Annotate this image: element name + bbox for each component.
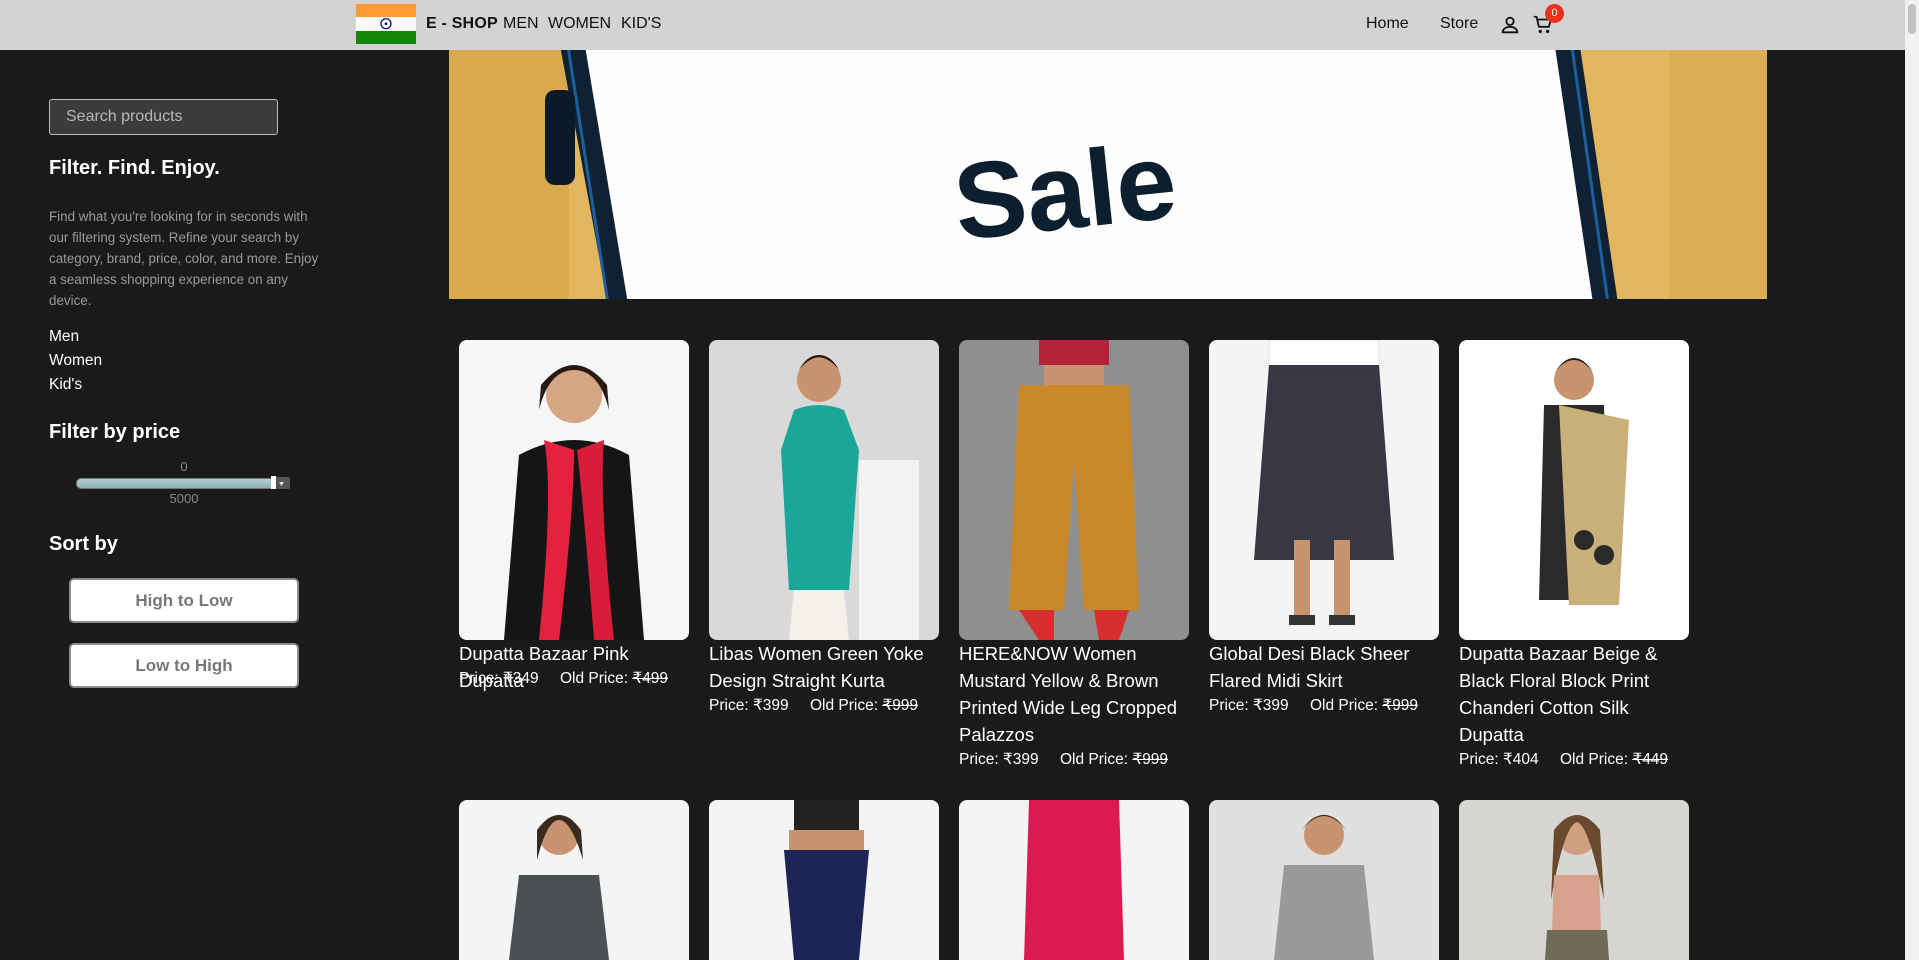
banner-sale-text: Sale	[948, 119, 1182, 263]
india-flag-logo[interactable]	[356, 4, 416, 44]
brand-name[interactable]: E - SHOP	[426, 15, 498, 33]
product-price: Price: ₹399 Old Price: ₹999	[709, 696, 918, 715]
product-image[interactable]	[459, 340, 689, 640]
old-price: ₹449	[1632, 751, 1669, 768]
old-price-label: Old Price:	[559, 670, 633, 687]
price-max-value: 5000	[169, 491, 199, 506]
sale-banner[interactable]: Sale	[449, 50, 1767, 299]
filter-description: Find what you're looking for in seconds …	[49, 209, 319, 308]
product-image[interactable]	[1209, 800, 1439, 960]
sort-high-to-low-button[interactable]: High to Low	[69, 578, 299, 623]
page-scrollbar[interactable]	[1905, 0, 1919, 960]
nav-kids[interactable]: KID'S	[621, 15, 661, 33]
product-name[interactable]: Libas Women Green Yoke Design Straight K…	[709, 640, 944, 694]
current-price: Price: ₹399	[959, 751, 1039, 768]
old-price-label: Old Price:	[1559, 751, 1633, 768]
category-men[interactable]: Men	[49, 328, 79, 346]
product-image[interactable]	[959, 800, 1189, 960]
product-price: Price: ₹399 Old Price: ₹999	[959, 750, 1168, 769]
product-name[interactable]: Dupatta Bazaar Beige & Black Floral Bloc…	[1459, 640, 1694, 748]
current-price: Price: ₹404	[1459, 751, 1539, 768]
top-navbar: E - SHOP MEN WOMEN KID'S Home Store 0	[0, 0, 1919, 50]
nav-men[interactable]: MEN	[503, 15, 539, 33]
product-image[interactable]	[1459, 340, 1689, 640]
cart-count-badge: 0	[1545, 4, 1564, 23]
product-price: Price: ₹399 Old Price: ₹999	[1209, 696, 1418, 715]
product-name[interactable]: HERE&NOW Women Mustard Yellow & Brown Pr…	[959, 640, 1194, 748]
sort-heading: Sort by	[49, 533, 118, 555]
product-image[interactable]	[1209, 340, 1439, 640]
old-price-label: Old Price:	[1309, 697, 1383, 714]
price-filter-heading: Filter by price	[49, 421, 181, 443]
category-kids[interactable]: Kid's	[49, 376, 82, 394]
old-price: ₹999	[1382, 697, 1419, 714]
product-image[interactable]	[1459, 800, 1689, 960]
current-price: Price: ₹349	[459, 670, 539, 687]
nav-women[interactable]: WOMEN	[548, 15, 611, 33]
nav-home[interactable]: Home	[1366, 15, 1409, 33]
user-icon[interactable]	[1499, 14, 1521, 36]
price-slider[interactable]	[76, 478, 278, 489]
product-name[interactable]: Global Desi Black Sheer Flared Midi Skir…	[1209, 640, 1444, 694]
current-price: Price: ₹399	[1209, 697, 1289, 714]
price-min-value: 0	[180, 459, 188, 474]
product-image[interactable]	[459, 800, 689, 960]
old-price: ₹999	[1132, 751, 1169, 768]
nav-store[interactable]: Store	[1440, 15, 1478, 33]
filter-heading: Filter. Find. Enjoy.	[49, 157, 220, 179]
product-image[interactable]	[959, 340, 1189, 640]
product-image[interactable]	[709, 800, 939, 960]
search-input[interactable]	[49, 99, 278, 135]
old-price-label: Old Price:	[809, 697, 883, 714]
old-price: ₹999	[882, 697, 919, 714]
current-price: Price: ₹399	[709, 697, 789, 714]
product-price: Price: ₹404 Old Price: ₹449	[1459, 750, 1668, 769]
price-slider-handle[interactable]	[271, 476, 276, 489]
old-price-label: Old Price:	[1059, 751, 1133, 768]
sort-low-to-high-button[interactable]: Low to High	[69, 643, 299, 688]
scrollbar-thumb[interactable]	[1908, 4, 1916, 34]
product-image[interactable]	[709, 340, 939, 640]
category-women[interactable]: Women	[49, 352, 102, 370]
product-price: Price: ₹349 Old Price: ₹499	[459, 669, 668, 688]
old-price: ₹499	[632, 670, 669, 687]
